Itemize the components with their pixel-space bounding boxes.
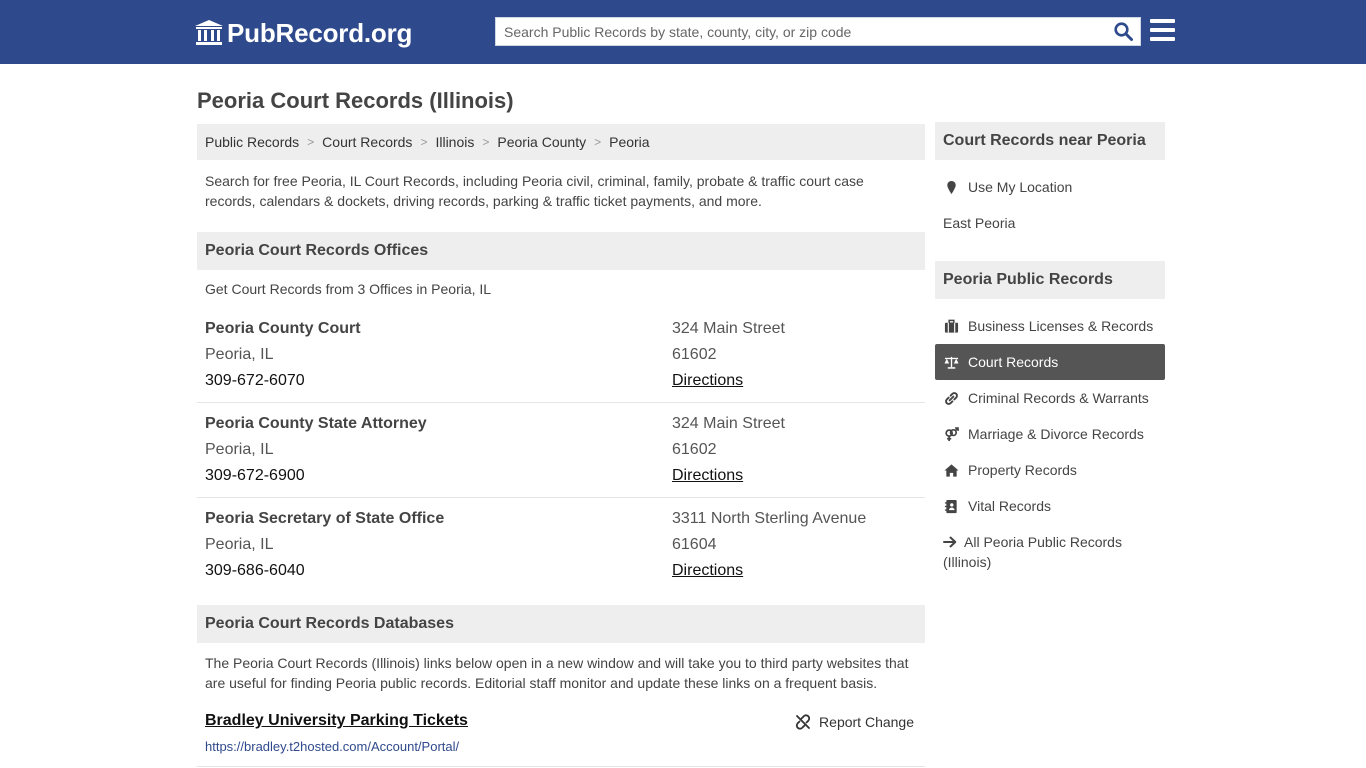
breadcrumb-separator: > — [482, 135, 490, 149]
nearby-place-link[interactable]: East Peoria — [943, 215, 1015, 231]
breadcrumb-public-records[interactable]: Public Records — [205, 134, 299, 150]
office-phone[interactable]: 309-672-6900 — [205, 463, 427, 489]
search-button[interactable] — [1106, 18, 1140, 45]
breadcrumb-separator: > — [594, 135, 602, 149]
office-city: Peoria, IL — [205, 441, 274, 458]
breadcrumb-separator: > — [420, 135, 428, 149]
office-zip: 61602 — [672, 346, 717, 363]
breadcrumb-separator: > — [307, 135, 315, 149]
breadcrumb-peoria-county[interactable]: Peoria County — [497, 134, 586, 150]
office-phone[interactable]: 309-672-6070 — [205, 368, 361, 394]
office-phone[interactable]: 309-686-6040 — [205, 558, 444, 584]
database-url[interactable]: https://bradley.t2hosted.com/Account/Por… — [205, 739, 459, 754]
database-title-link[interactable]: Bradley University Parking Tickets — [205, 712, 468, 730]
sidebar-item-criminal-records[interactable]: Criminal Records & Warrants — [935, 380, 1165, 416]
breadcrumb-illinois[interactable]: Illinois — [435, 134, 474, 150]
logo-text: PubRecord.org — [227, 17, 413, 48]
menu-bar-icon — [1150, 19, 1175, 23]
sidebar-item-label: Vital Records — [968, 498, 1052, 514]
site-logo[interactable]: PubRecord.org — [195, 17, 412, 49]
balance-scale-icon — [943, 356, 959, 369]
hamburger-menu-button[interactable] — [1150, 19, 1175, 43]
breadcrumb-court-records[interactable]: Court Records — [322, 134, 412, 150]
broken-link-icon — [796, 714, 811, 730]
sidebar-item-label: Court Records — [968, 354, 1059, 370]
database-item: Bradley University Parking Tickets https… — [197, 706, 925, 767]
address-book-icon — [944, 499, 957, 513]
all-public-records-label: All Peoria Public Records (Illinois) — [943, 534, 1122, 570]
use-my-location-label: Use My Location — [968, 179, 1073, 195]
office-name: Peoria County Court — [205, 320, 361, 337]
office-city: Peoria, IL — [205, 536, 274, 553]
sidebar-item-court-records[interactable]: Court Records — [935, 344, 1165, 380]
all-public-records-link[interactable]: All Peoria Public Records (Illinois) — [943, 532, 1158, 572]
sidebar-public-records-header: Peoria Public Records — [935, 261, 1165, 299]
sidebar-item-label: Criminal Records & Warrants — [968, 390, 1149, 406]
menu-bar-icon — [1150, 37, 1175, 41]
databases-description: The Peoria Court Records (Illinois) link… — [205, 655, 909, 691]
page-title: Peoria Court Records (Illinois) — [197, 88, 514, 113]
arrow-right-icon — [943, 536, 957, 548]
search-input[interactable] — [496, 18, 1106, 45]
sidebar-near-header: Court Records near Peoria — [935, 122, 1165, 160]
search-bar — [495, 17, 1141, 46]
office-address: 324 Main Street — [672, 415, 785, 432]
office-card: Peoria County Court Peoria, IL 309-672-6… — [197, 308, 925, 403]
sidebar-item-label: Property Records — [968, 462, 1077, 478]
sidebar-item-marriage-divorce[interactable]: Marriage & Divorce Records — [935, 416, 1165, 452]
map-marker-icon — [946, 180, 956, 194]
courthouse-icon — [195, 20, 223, 45]
office-address: 3311 North Sterling Avenue — [672, 510, 867, 527]
office-city: Peoria, IL — [205, 346, 274, 363]
report-change-label: Report Change — [819, 714, 914, 730]
sidebar-item-vital-records[interactable]: Vital Records — [935, 488, 1165, 524]
offices-section-header: Peoria Court Records Offices — [197, 232, 925, 270]
offices-subtitle: Get Court Records from 3 Offices in Peor… — [205, 281, 492, 297]
link-icon — [944, 391, 958, 405]
report-change-button[interactable]: Report Change — [795, 714, 914, 730]
briefcase-icon — [944, 319, 958, 333]
sidebar-item-property-records[interactable]: Property Records — [935, 452, 1165, 488]
breadcrumb-peoria[interactable]: Peoria — [609, 134, 649, 150]
directions-link[interactable]: Directions — [672, 368, 785, 394]
office-name: Peoria County State Attorney — [205, 415, 427, 432]
use-my-location-button[interactable]: Use My Location — [935, 169, 1165, 205]
directions-link[interactable]: Directions — [672, 558, 866, 584]
office-zip: 61602 — [672, 441, 717, 458]
sidebar-item-label: Marriage & Divorce Records — [968, 426, 1144, 442]
top-navigation-bar: PubRecord.org — [0, 0, 1366, 64]
sidebar-item-label: Business Licenses & Records — [968, 318, 1154, 334]
breadcrumb: Public Records > Court Records > Illinoi… — [197, 124, 925, 160]
sidebar-item-business-licenses[interactable]: Business Licenses & Records — [935, 308, 1165, 344]
office-zip: 61604 — [672, 536, 717, 553]
databases-section-header: Peoria Court Records Databases — [197, 605, 925, 643]
search-icon — [1113, 22, 1133, 41]
home-icon — [943, 463, 959, 477]
menu-bar-icon — [1150, 28, 1175, 32]
intro-text: Search for free Peoria, IL Court Records… — [205, 173, 864, 209]
venus-mars-icon — [944, 426, 959, 441]
office-card: Peoria Secretary of State Office Peoria,… — [197, 498, 925, 593]
office-name: Peoria Secretary of State Office — [205, 510, 445, 527]
office-address: 324 Main Street — [672, 320, 785, 337]
directions-link[interactable]: Directions — [672, 463, 785, 489]
office-card: Peoria County State Attorney Peoria, IL … — [197, 403, 925, 498]
